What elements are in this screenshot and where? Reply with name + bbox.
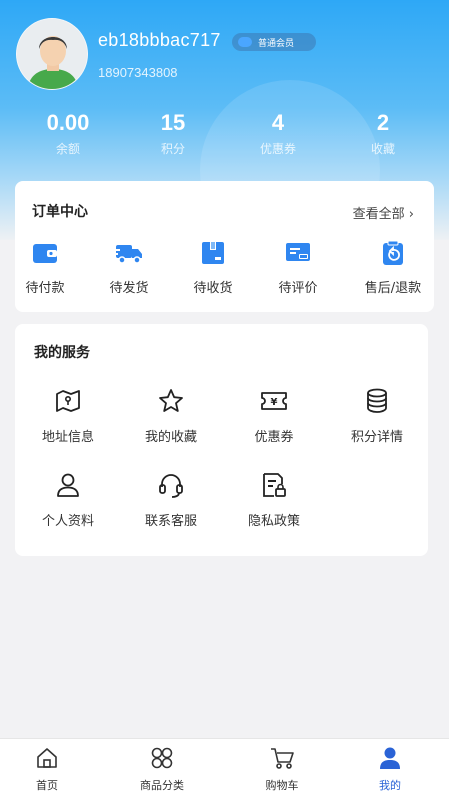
tab-home-label: 首页 <box>36 779 58 792</box>
order-center-card: 订单中心 查看全部 › 待付款 待发货 待收货 待评价 售后/退款 <box>15 181 434 312</box>
order-after-sales-refund[interactable]: 售后/退款 <box>353 239 433 296</box>
service-address-info-label: 地址信息 <box>41 430 94 445</box>
service-customer-support[interactable]: 联系客服 <box>121 470 221 529</box>
stat-favorites[interactable]: 2 收藏 <box>338 110 428 157</box>
service-customer-support-label: 联系客服 <box>144 514 197 529</box>
headset-icon <box>121 470 221 500</box>
comment-icon <box>258 239 338 267</box>
coupon-icon: ¥ <box>224 386 324 416</box>
stat-points-value: 15 <box>160 110 186 135</box>
order-pending-shipment[interactable]: 待发货 <box>89 239 169 296</box>
my-services-card: 我的服务 地址信息 我的收藏 ¥ 优惠券 积分详情 个人资料 联系客服 隐私政策 <box>15 324 428 556</box>
avatar[interactable] <box>16 18 88 90</box>
wallet-icon <box>5 239 85 267</box>
service-personal-info-label: 个人资料 <box>41 514 94 529</box>
bottom-tab-bar: 首页 商品分类 购物车 我的 <box>0 738 449 800</box>
stat-points[interactable]: 15 积分 <box>128 110 218 157</box>
service-my-favorites[interactable]: 我的收藏 <box>121 386 221 445</box>
order-pending-review-label: 待评价 <box>278 281 318 296</box>
svg-text:¥: ¥ <box>271 397 278 408</box>
home-icon <box>2 745 92 771</box>
category-icon <box>117 745 207 771</box>
refund-icon <box>353 239 433 267</box>
stat-balance-label: 余额 <box>55 142 80 156</box>
map-icon <box>18 386 118 416</box>
coins-icon <box>327 386 427 416</box>
tab-home[interactable]: 首页 <box>2 745 92 793</box>
box-icon <box>173 239 253 267</box>
tab-mine[interactable]: 我的 <box>345 745 435 793</box>
stat-coupons[interactable]: 4 优惠券 <box>233 110 323 157</box>
service-points-details[interactable]: 积分详情 <box>327 386 427 445</box>
my-services-title: 我的服务 <box>34 345 90 361</box>
privacy-document-icon <box>224 470 324 500</box>
service-privacy-policy-label: 隐私政策 <box>247 514 300 529</box>
service-address-info[interactable]: 地址信息 <box>18 386 118 445</box>
service-points-details-label: 积分详情 <box>350 430 403 445</box>
view-all-orders-link[interactable]: 查看全部 › <box>353 203 414 222</box>
tab-mine-label: 我的 <box>379 779 401 792</box>
stat-balance-value: 0.00 <box>46 110 90 135</box>
stat-balance[interactable]: 0.00 余额 <box>23 110 113 157</box>
order-pending-receipt[interactable]: 待收货 <box>173 239 253 296</box>
stat-coupons-label: 优惠券 <box>259 142 296 156</box>
member-badge-label: 普通会员 <box>258 38 295 49</box>
order-after-sales-refund-label: 售后/退款 <box>364 281 422 296</box>
tab-cart[interactable]: 购物车 <box>237 745 327 793</box>
service-coupons[interactable]: ¥ 优惠券 <box>224 386 324 445</box>
member-badge-icon <box>238 37 252 47</box>
star-icon <box>121 386 221 416</box>
tab-cart-label: 购物车 <box>265 779 299 792</box>
order-pending-review[interactable]: 待评价 <box>258 239 338 296</box>
order-pending-shipment-label: 待发货 <box>109 281 149 296</box>
service-privacy-policy[interactable]: 隐私政策 <box>224 470 324 529</box>
order-pending-payment[interactable]: 待付款 <box>5 239 85 296</box>
tab-categories-label: 商品分类 <box>140 779 184 792</box>
service-personal-info[interactable]: 个人资料 <box>18 470 118 529</box>
tab-categories[interactable]: 商品分类 <box>117 745 207 793</box>
service-coupons-label: 优惠券 <box>254 430 294 445</box>
order-pending-payment-label: 待付款 <box>25 281 65 296</box>
order-center-title: 订单中心 <box>32 204 88 220</box>
avatar-person-icon <box>17 19 87 89</box>
profile-icon <box>345 745 435 771</box>
member-badge: 普通会员 <box>232 33 316 51</box>
user-icon <box>18 470 118 500</box>
stat-favorites-value: 2 <box>376 110 390 135</box>
stat-favorites-label: 收藏 <box>370 142 395 156</box>
truck-icon <box>89 239 169 267</box>
username: eb18bbbac717 <box>98 30 221 50</box>
service-my-favorites-label: 我的收藏 <box>144 430 197 445</box>
stat-points-label: 积分 <box>160 142 185 156</box>
stat-coupons-value: 4 <box>271 110 285 135</box>
order-pending-receipt-label: 待收货 <box>193 281 233 296</box>
phone-number: 18907343808 <box>98 65 178 80</box>
cart-icon <box>237 745 327 771</box>
